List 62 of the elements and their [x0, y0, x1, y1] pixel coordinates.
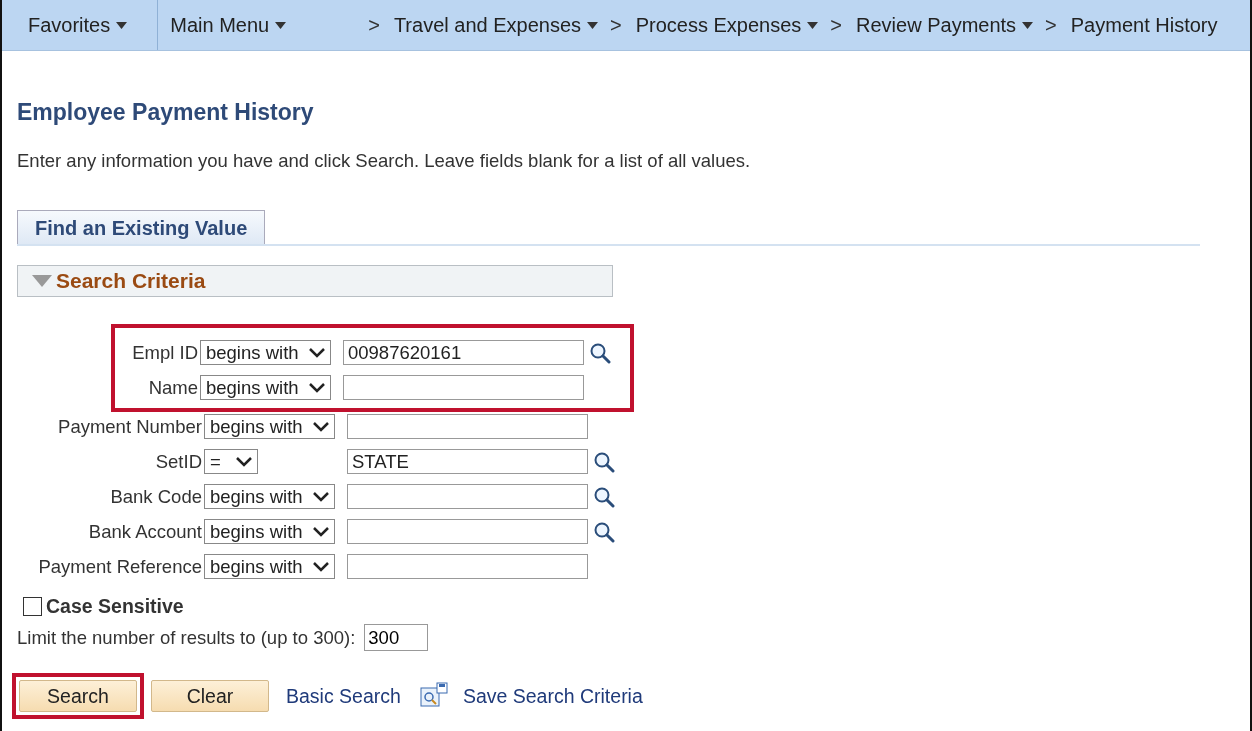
- field-label: Bank Account: [87, 520, 203, 543]
- input-field[interactable]: 00987620161: [343, 340, 584, 365]
- caret-icon: [587, 21, 598, 29]
- input-field[interactable]: [347, 554, 588, 579]
- operator-dropdown[interactable]: =: [204, 449, 258, 474]
- search-icon[interactable]: [593, 450, 615, 473]
- action-button[interactable]: Search: [19, 680, 137, 712]
- limit-field[interactable]: 300: [364, 624, 429, 651]
- operator-dropdown[interactable]: begins with: [204, 554, 335, 579]
- search-icon[interactable]: [589, 341, 611, 364]
- chevron-icon: [311, 560, 330, 573]
- breadcrumb-link[interactable]: Favorites: [2, 0, 159, 50]
- chevron-icon: [307, 346, 326, 359]
- chevron-icon: [307, 381, 326, 394]
- tab[interactable]: Find an Existing Value: [17, 210, 266, 244]
- breadcrumb-link[interactable]: Process Expenses: [623, 0, 831, 50]
- breadcrumb-separator: >: [368, 13, 380, 37]
- input-field[interactable]: [343, 375, 584, 400]
- caret-icon: [275, 21, 287, 29]
- input-field[interactable]: [347, 414, 588, 439]
- search-icon[interactable]: [593, 485, 615, 508]
- field-label: Empl ID: [131, 341, 199, 364]
- section-title: Search Criteria: [56, 269, 206, 293]
- action-button[interactable]: Clear: [151, 680, 269, 712]
- search-icon[interactable]: [593, 520, 615, 543]
- chevron-icon: [234, 455, 253, 468]
- operator-dropdown[interactable]: begins with: [204, 414, 335, 439]
- breadcrumb-link[interactable]: Main Menu: [158, 0, 299, 50]
- checkbox[interactable]: [23, 597, 42, 616]
- breadcrumb-separator: >: [830, 13, 843, 37]
- input-field[interactable]: STATE: [347, 449, 588, 474]
- breadcrumb-separator: >: [610, 13, 622, 37]
- chevron-icon: [311, 525, 330, 538]
- chevron-icon: [311, 490, 330, 503]
- limit-label: Limit the number of results to (up to 300):: [17, 626, 356, 649]
- caret-icon: [807, 21, 819, 29]
- field-label: Payment Number: [57, 415, 203, 438]
- link[interactable]: Save Search Criteria: [418, 682, 643, 710]
- breadcrumb-link[interactable]: Travel and Expenses: [381, 0, 610, 50]
- section-header[interactable]: Search Criteria: [17, 265, 613, 297]
- link[interactable]: Basic Search: [286, 684, 401, 708]
- input-field[interactable]: [347, 484, 588, 509]
- input-field[interactable]: [347, 519, 588, 544]
- breadcrumb-separator: >: [1045, 13, 1057, 37]
- caret-icon: [116, 21, 128, 29]
- chevron-icon: [311, 420, 330, 433]
- instructions: Enter any information you have and click Search. Leave fields blank for a list of all values.: [17, 150, 752, 172]
- operator-dropdown[interactable]: begins with: [200, 375, 331, 400]
- field-label: Name: [147, 376, 199, 399]
- collapse-triangle-icon[interactable]: [32, 275, 52, 287]
- breadcrumb-link[interactable]: Payment History: [1058, 0, 1230, 50]
- operator-dropdown[interactable]: begins with: [204, 519, 335, 544]
- field-label: Bank Code: [109, 485, 203, 508]
- field-label: Payment Reference: [37, 555, 203, 578]
- breadcrumb-link[interactable]: Review Payments: [844, 0, 1046, 50]
- operator-dropdown[interactable]: begins with: [204, 484, 335, 509]
- caret-icon: [1022, 21, 1034, 29]
- save-search-icon[interactable]: [418, 682, 449, 710]
- page-title: Employee Payment History: [17, 99, 315, 126]
- operator-dropdown[interactable]: begins with: [200, 340, 331, 365]
- field-label: SetID: [154, 450, 203, 473]
- checkbox-label: Case Sensitive: [46, 595, 184, 618]
